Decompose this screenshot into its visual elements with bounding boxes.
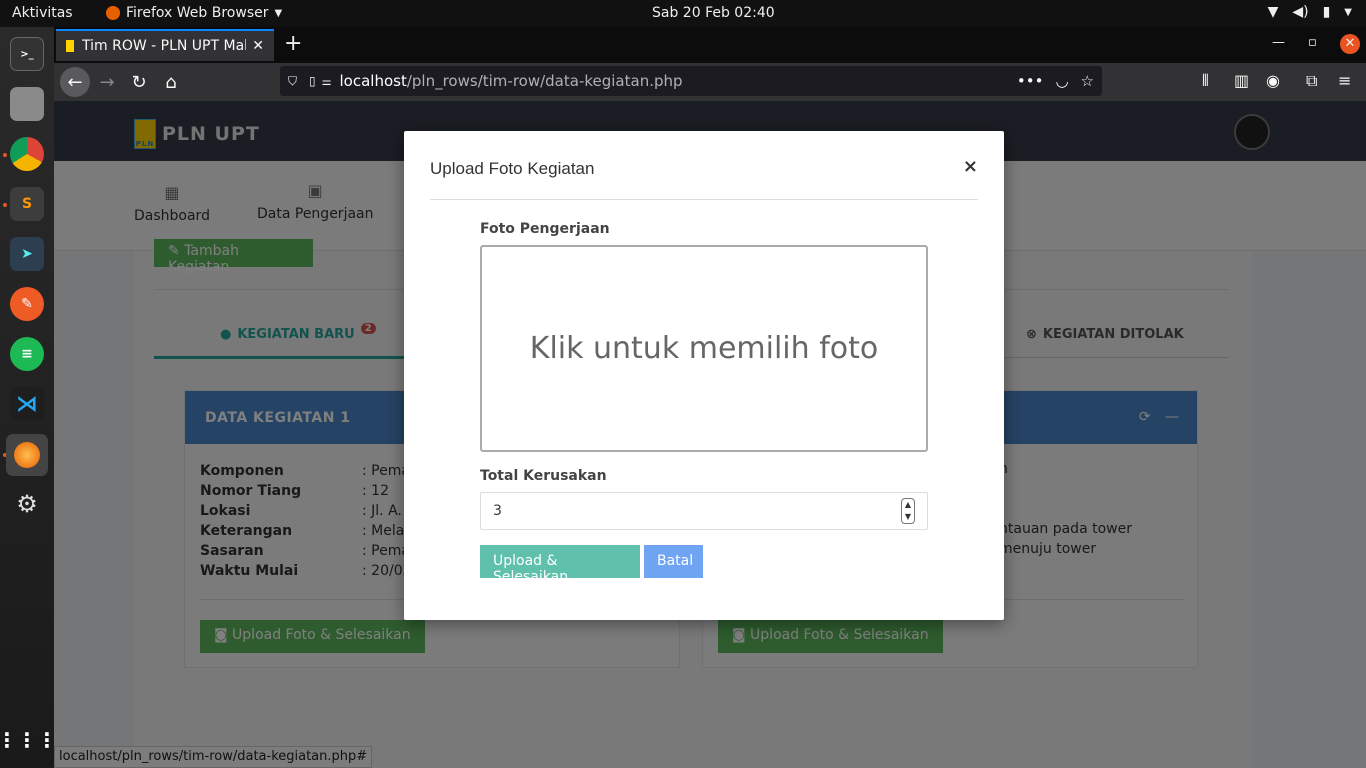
minimize-icon[interactable]: — xyxy=(1272,35,1285,50)
activities-button[interactable]: Aktivitas xyxy=(12,5,73,21)
postman-icon[interactable]: ✎ xyxy=(10,287,44,321)
wifi-icon: ▼ xyxy=(1267,4,1279,20)
modal-divider xyxy=(430,199,978,200)
sidebar-icon[interactable]: ▥ xyxy=(1234,71,1249,90)
firefox-icon xyxy=(106,6,120,20)
tab-strip: Tim ROW - PLN UPT Mak ✕ + — ▫ ✕ xyxy=(54,27,1366,63)
firefox-icon[interactable] xyxy=(6,434,48,476)
shield-icon[interactable]: ⛉ xyxy=(288,74,297,89)
library-icon[interactable]: ⫴ xyxy=(1202,71,1209,91)
terminal-icon[interactable]: >_ xyxy=(10,37,44,71)
chrome-icon[interactable] xyxy=(10,137,44,171)
pln-favicon-icon xyxy=(66,40,74,52)
sublime-icon[interactable]: S xyxy=(10,187,44,221)
page-icon: ▯ xyxy=(309,74,316,88)
url-host: localhost xyxy=(339,72,407,90)
more-actions-icon[interactable]: ••• xyxy=(1017,72,1044,90)
damage-label: Total Kerusakan xyxy=(480,468,607,484)
maximize-icon[interactable]: ▫ xyxy=(1308,35,1317,50)
upload-photo-modal: Upload Foto Kegiatan × Foto Pengerjaan K… xyxy=(404,131,1004,620)
menu-icon[interactable]: ≡ xyxy=(1338,71,1351,90)
clock[interactable]: Sab 20 Feb 02:40 xyxy=(652,5,775,21)
app-menu[interactable]: Firefox Web Browser ▼ xyxy=(106,5,282,21)
system-tray[interactable]: ▼ ◀) ▮ ▼ xyxy=(1268,4,1352,20)
nav-toolbar: ← → ↻ ⌂ ⛉ ▯ ⚌ localhost/pln_rows/tim-row… xyxy=(54,63,1366,101)
settings-icon[interactable]: ⚙ xyxy=(10,487,44,521)
show-apps-icon[interactable]: ⋮⋮⋮ xyxy=(0,723,57,757)
modal-title: Upload Foto Kegiatan xyxy=(430,159,595,178)
browser-tab[interactable]: Tim ROW - PLN UPT Mak ✕ xyxy=(56,29,274,61)
caret-down-icon: ▼ xyxy=(1344,6,1352,18)
close-tab-icon[interactable]: ✕ xyxy=(252,38,264,54)
stepper-up-icon[interactable]: ▲ xyxy=(902,499,914,511)
cancel-button[interactable]: Batal xyxy=(644,545,703,578)
dropzone-text: Klik untuk memilih foto xyxy=(529,331,879,366)
url-path: /pln_rows/tim-row/data-kegiatan.php xyxy=(406,72,683,90)
account-icon[interactable]: ◉ xyxy=(1266,71,1280,90)
close-window-icon[interactable]: ✕ xyxy=(1340,34,1360,54)
running-indicator xyxy=(3,153,7,157)
app-menu-label: Firefox Web Browser xyxy=(126,5,269,21)
battery-icon: ▮ xyxy=(1322,4,1331,20)
files-icon[interactable] xyxy=(10,87,44,121)
photo-label: Foto Pengerjaan xyxy=(480,221,610,237)
close-icon[interactable]: × xyxy=(963,156,978,177)
system-top-bar: Aktivitas Firefox Web Browser ▼ Sab 20 F… xyxy=(0,0,1366,27)
forward-icon[interactable]: → xyxy=(92,67,122,97)
number-stepper[interactable]: ▲ ▼ xyxy=(901,498,915,524)
url-bar[interactable]: ⛉ ▯ ⚌ localhost/pln_rows/tim-row/data-ke… xyxy=(280,66,1102,96)
stepper-down-icon[interactable]: ▼ xyxy=(902,511,914,523)
extensions-icon[interactable]: ⧉ xyxy=(1306,71,1317,91)
running-indicator xyxy=(3,203,7,207)
dock: >_ S ➤ ✎ ≡ ⋊ ⚙ ⋮⋮⋮ xyxy=(0,27,57,768)
photo-dropzone[interactable]: Klik untuk memilih foto xyxy=(480,245,928,452)
pocket-icon[interactable]: ◡ xyxy=(1055,72,1068,90)
spotify-icon[interactable]: ≡ xyxy=(10,337,44,371)
home-icon[interactable]: ⌂ xyxy=(156,67,186,97)
bookmark-star-icon[interactable]: ☆ xyxy=(1081,72,1094,90)
caret-down-icon: ▼ xyxy=(274,7,283,19)
upload-finish-submit-button[interactable]: Upload & Selesaikan xyxy=(480,545,640,585)
sequeler-icon[interactable]: ➤ xyxy=(10,237,44,271)
new-tab-icon[interactable]: + xyxy=(284,31,302,56)
reload-icon[interactable]: ↻ xyxy=(124,67,154,97)
vscode-icon[interactable]: ⋊ xyxy=(10,387,44,421)
damage-count-input[interactable] xyxy=(480,492,928,530)
volume-icon: ◀) xyxy=(1292,4,1309,20)
permissions-icon[interactable]: ⚌ xyxy=(322,75,332,88)
tab-title: Tim ROW - PLN UPT Mak xyxy=(82,38,246,54)
back-icon[interactable]: ← xyxy=(60,67,90,97)
